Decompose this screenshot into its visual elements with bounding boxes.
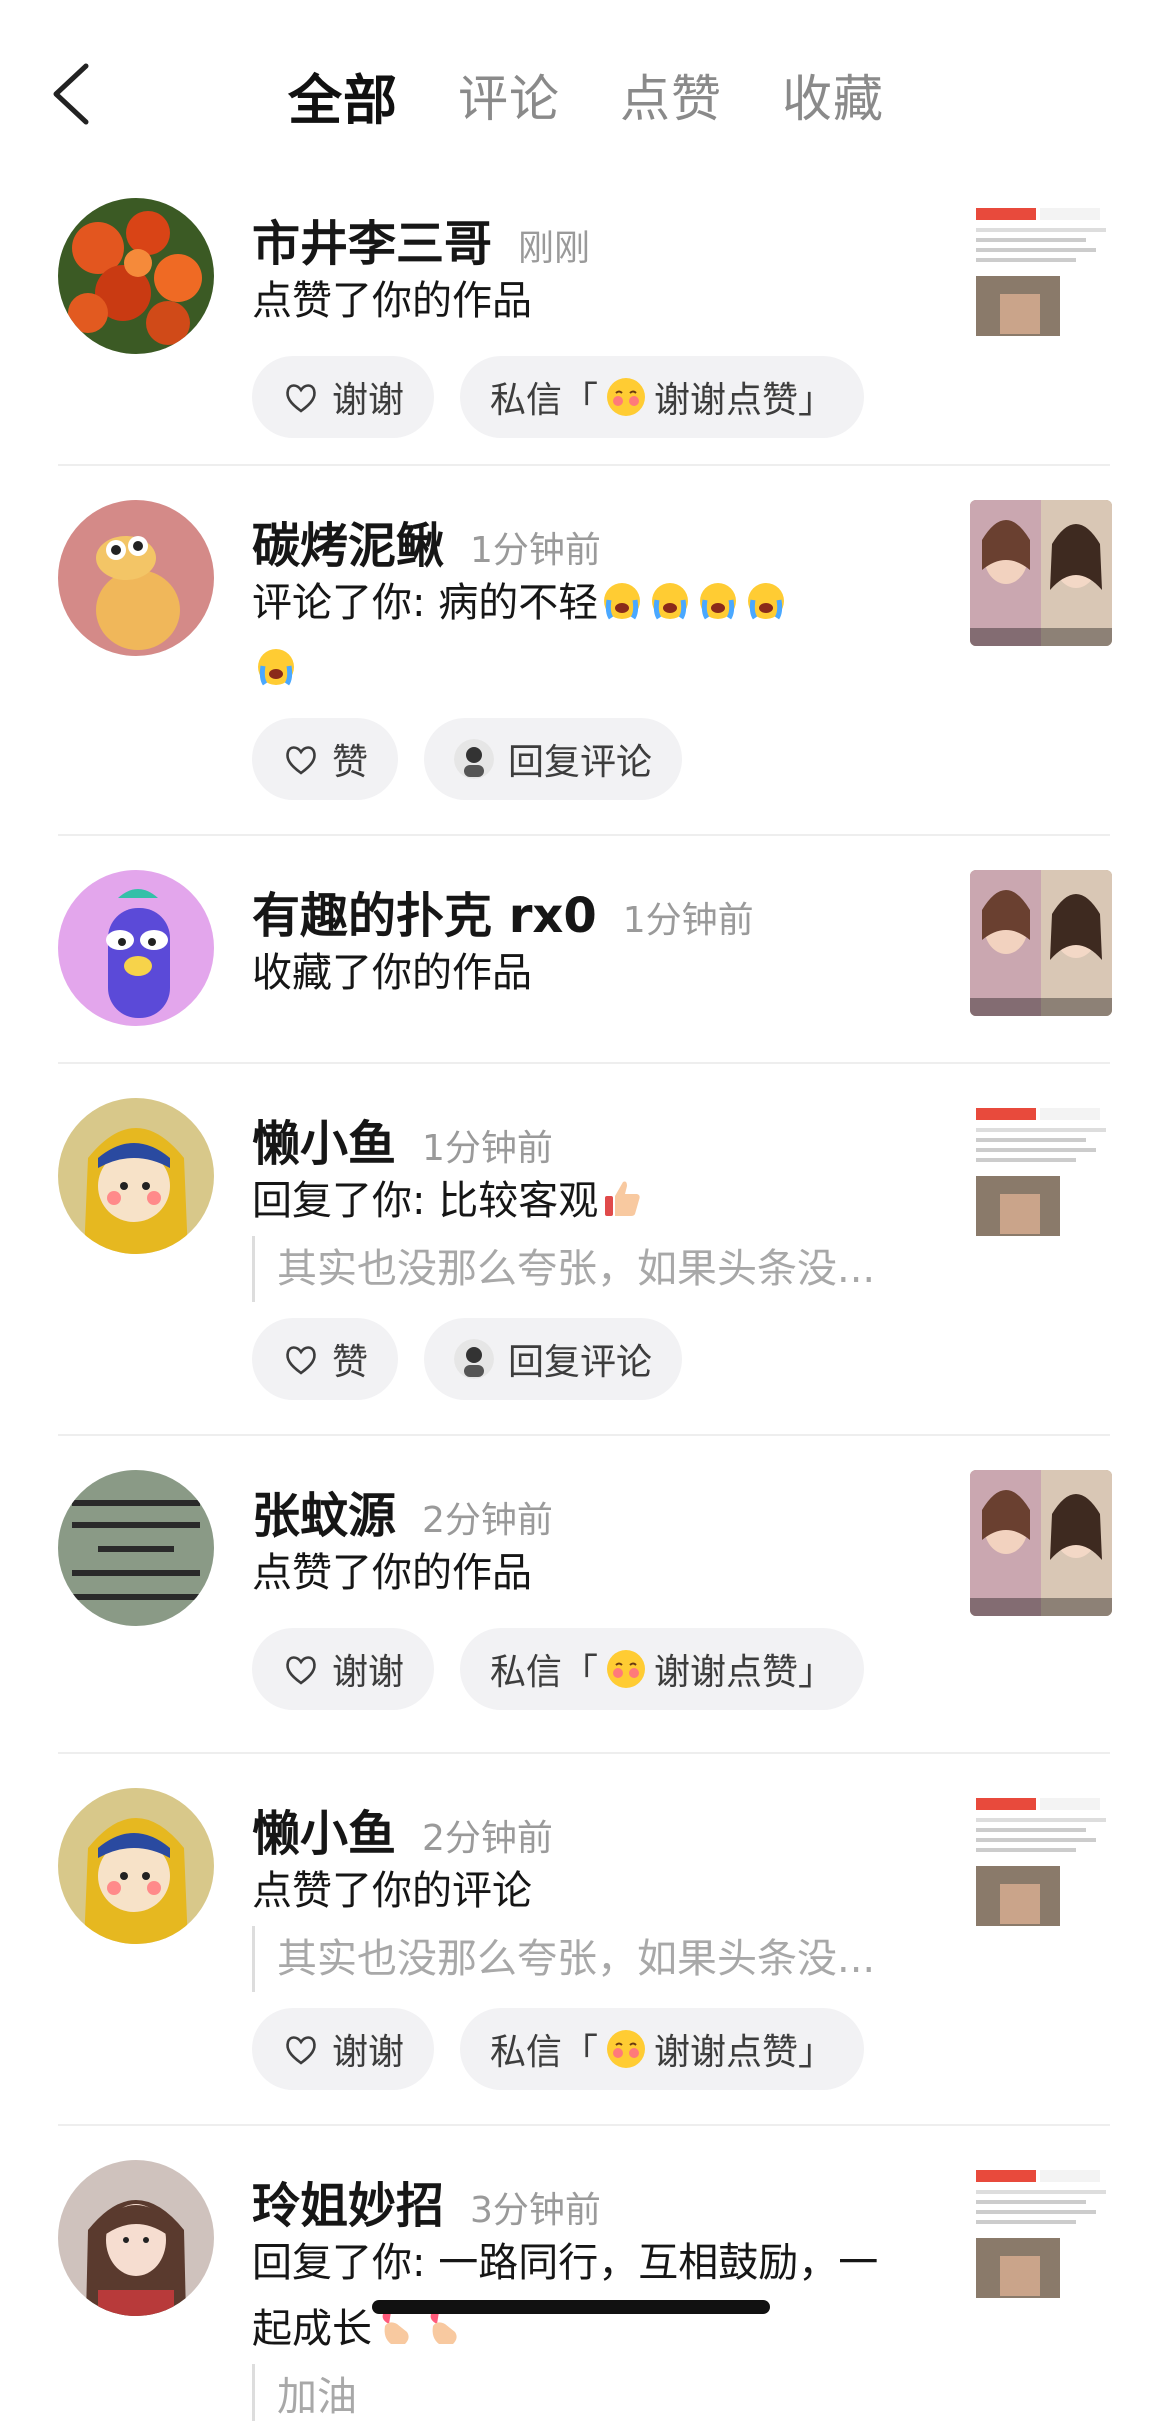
user-avatar[interactable] <box>58 1470 214 1626</box>
user-avatar[interactable] <box>58 198 214 354</box>
user-avatar[interactable] <box>58 1788 214 1944</box>
reply-comment-button[interactable]: 回复评论 <box>424 718 683 800</box>
user-name[interactable]: 懒小鱼 <box>252 1104 396 1174</box>
home-indicator[interactable] <box>372 2300 770 2314</box>
tab-bar: 全部 评论 点赞 收藏 <box>288 59 944 132</box>
post-thumbnail[interactable] <box>970 870 1112 1016</box>
notification-item[interactable]: 玲姐妙招 3分钟前 回复了你: 一路同行，互相鼓励，一起成长 加油 <box>0 2126 1170 2421</box>
crying-emoji <box>748 583 785 620</box>
tab-favorites[interactable]: 收藏 <box>782 59 884 131</box>
thanks-button[interactable]: 谢谢 <box>252 356 435 438</box>
user-name[interactable]: 碳烤泥鳅 <box>252 506 444 576</box>
message-thanks-button[interactable]: 私信「 谢谢点赞」 <box>460 2008 865 2090</box>
timestamp: 刚刚 <box>518 228 591 269</box>
post-thumbnail[interactable] <box>970 1098 1112 1244</box>
heart-outline-icon <box>286 746 316 775</box>
timestamp: 1分钟前 <box>622 900 754 941</box>
thumbs-up-emoji <box>605 1181 640 1216</box>
thanks-button[interactable]: 谢谢 <box>252 1628 435 1710</box>
message-thanks-button[interactable]: 私信「 谢谢点赞」 <box>460 356 865 438</box>
timestamp: 2分钟前 <box>422 1818 553 1859</box>
notification-text: 点赞了你的作品 <box>252 1550 532 1596</box>
notification-text: 点赞了你的评论 <box>252 1868 532 1914</box>
notification-text: 点赞了你的作品 <box>252 278 532 324</box>
thanks-button[interactable]: 谢谢 <box>252 2008 435 2090</box>
post-thumbnail[interactable] <box>970 198 1112 344</box>
message-suffix: 谢谢点赞」 <box>654 2032 835 2073</box>
message-prefix: 私信「 <box>490 380 599 421</box>
post-thumbnail[interactable] <box>970 2160 1112 2306</box>
notification-item[interactable]: 懒小鱼 1分钟前 回复了你: 比较客观 其实也没那么夸张，如果头条没... 赞 … <box>0 1064 1170 1436</box>
notification-item[interactable]: 市井李三哥 刚刚 点赞了你的作品 谢谢 私信「 谢谢点赞」 <box>0 180 1170 466</box>
user-avatar[interactable] <box>58 2160 214 2316</box>
notification-text: 回复了你: 比较客观 <box>252 1168 902 1234</box>
reply-text: 回复了你: 一路同行，互相鼓励，一起成长 <box>252 2240 879 2352</box>
user-name[interactable]: 张蚊源 <box>252 1476 396 1546</box>
notification-list: 市井李三哥 刚刚 点赞了你的作品 谢谢 私信「 谢谢点赞」 碳烤泥鳅 1分钟前 … <box>0 180 1170 2421</box>
timestamp: 1分钟前 <box>422 1128 553 1169</box>
user-avatar[interactable] <box>58 1098 214 1254</box>
like-label: 赞 <box>332 1342 369 1383</box>
heart-hands-icon <box>286 384 316 413</box>
crying-emoji <box>604 583 641 620</box>
heart-hands-icon <box>286 1656 316 1685</box>
notification-item[interactable]: 懒小鱼 2分钟前 点赞了你的评论 其实也没那么夸张，如果头条没... 谢谢 私信… <box>0 1754 1170 2126</box>
message-suffix: 谢谢点赞」 <box>654 1652 835 1693</box>
user-name[interactable]: 懒小鱼 <box>252 1794 396 1864</box>
notification-item[interactable]: 张蚊源 2分钟前 点赞了你的作品 谢谢 私信「 谢谢点赞」 <box>0 1436 1170 1754</box>
notification-text: 收藏了你的作品 <box>252 950 532 996</box>
user-avatar[interactable] <box>58 500 214 656</box>
notification-text: 回复了你: 一路同行，互相鼓励，一起成长 <box>252 2230 902 2362</box>
user-name[interactable]: 市井李三哥 <box>252 204 492 274</box>
timestamp: 3分钟前 <box>470 2190 601 2231</box>
reply-text: 回复了你: 比较客观 <box>252 1178 599 1224</box>
post-thumbnail[interactable] <box>970 1788 1112 1934</box>
post-thumbnail[interactable] <box>970 500 1112 646</box>
thanks-label: 谢谢 <box>332 380 405 421</box>
like-label: 赞 <box>332 742 369 783</box>
back-arrow-icon[interactable] <box>48 62 96 126</box>
message-suffix: 谢谢点赞」 <box>654 380 835 421</box>
heart-outline-icon <box>286 1346 316 1375</box>
like-button[interactable]: 赞 <box>252 1318 399 1400</box>
message-thanks-button[interactable]: 私信「 谢谢点赞」 <box>460 1628 865 1710</box>
crying-emoji <box>700 583 737 620</box>
thanks-label: 谢谢 <box>332 2032 405 2073</box>
user-name[interactable]: 有趣的扑克 rx0 <box>252 876 597 946</box>
post-thumbnail[interactable] <box>970 1470 1112 1616</box>
user-name[interactable]: 玲姐妙招 <box>252 2166 444 2236</box>
message-prefix: 私信「 <box>490 2032 599 2073</box>
header: 全部 评论 点赞 收藏 <box>0 0 1170 180</box>
crying-emoji <box>258 649 294 686</box>
quoted-comment: 其实也没那么夸张，如果头条没... <box>252 1926 902 1992</box>
heart-hands-icon <box>286 2036 316 2065</box>
user-avatar[interactable] <box>58 870 214 1026</box>
tab-likes[interactable]: 点赞 <box>620 59 722 131</box>
thanks-label: 谢谢 <box>332 1652 405 1693</box>
comment-text: 评论了你: 病的不轻 <box>252 580 599 626</box>
blush-emoji <box>607 1650 646 1688</box>
message-prefix: 私信「 <box>490 1652 599 1693</box>
timestamp: 2分钟前 <box>422 1500 553 1541</box>
timestamp: 1分钟前 <box>470 530 601 571</box>
reply-comment-button[interactable]: 回复评论 <box>424 1318 683 1400</box>
quoted-comment: 其实也没那么夸张，如果头条没... <box>252 1236 902 1302</box>
tab-comments[interactable]: 评论 <box>458 59 560 131</box>
user-mini-avatar <box>454 1339 495 1379</box>
notification-item[interactable]: 有趣的扑克 rx0 1分钟前 收藏了你的作品 <box>0 836 1170 1064</box>
like-button[interactable]: 赞 <box>252 718 399 800</box>
tab-all[interactable]: 全部 <box>288 56 398 135</box>
notification-text: 评论了你: 病的不轻 <box>252 570 902 702</box>
user-mini-avatar <box>454 739 495 779</box>
reply-label: 回复评论 <box>508 742 653 783</box>
quoted-comment: 加油 <box>252 2364 902 2421</box>
crying-emoji <box>652 583 689 620</box>
blush-emoji <box>607 378 646 416</box>
blush-emoji <box>607 2030 646 2068</box>
notification-item[interactable]: 碳烤泥鳅 1分钟前 评论了你: 病的不轻 赞 回复评论 <box>0 466 1170 836</box>
reply-label: 回复评论 <box>508 1342 653 1383</box>
